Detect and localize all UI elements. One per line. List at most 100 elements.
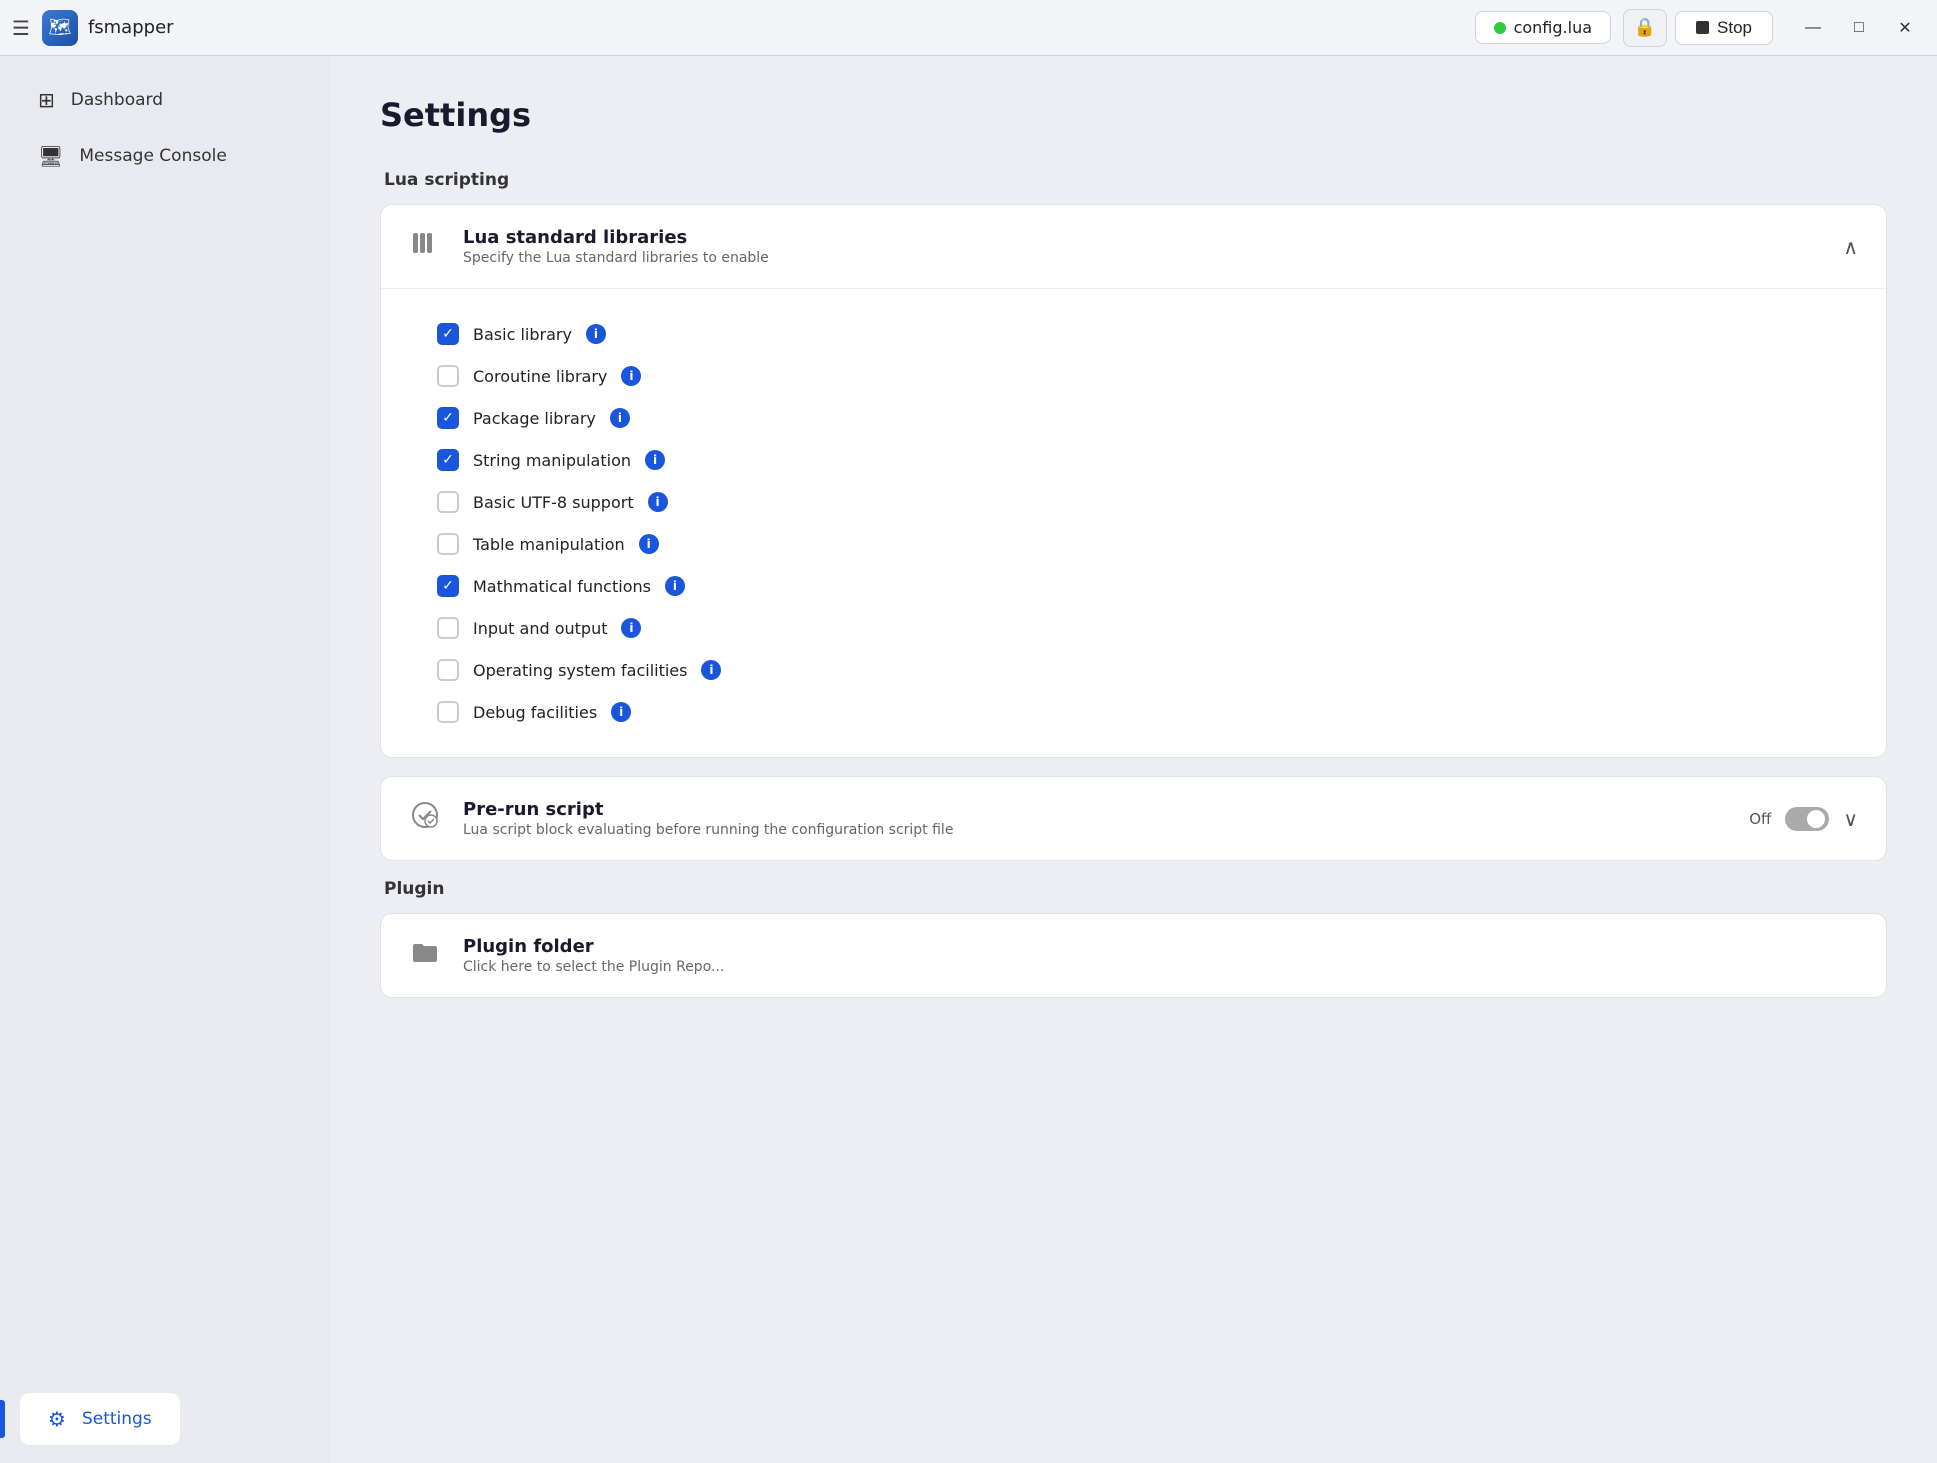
lua-standard-libraries-card: Lua standard libraries Specify the Lua s… [380,204,1887,758]
checkbox-item-input-output: Input and output i [437,607,1830,649]
titlebar: ☰ 🗺 fsmapper config.lua 🔒 Stop — □ ✕ [0,0,1937,56]
checkbox-label-string-manipulation: String manipulation [473,451,631,470]
checkbox-label-debug-facilities: Debug facilities [473,703,597,722]
sidebar-item-console[interactable]: 🖥 Message Console [10,130,255,182]
page-title: Settings [380,96,1887,134]
file-name: config.lua [1514,18,1592,37]
sidebar-item-wrapper-settings: ⚙ Settings [0,1391,330,1447]
menu-icon[interactable]: ☰ [12,16,30,40]
info-icon-basic-library[interactable]: i [586,324,606,344]
lua-libraries-body: Basic library i Coroutine library i Pack… [381,288,1886,757]
checkbox-label-input-output: Input and output [473,619,607,638]
window-controls: — □ ✕ [1793,11,1925,45]
sidebar-item-label-settings: Settings [82,1409,152,1429]
stop-label: Stop [1717,18,1752,38]
pre-run-script-header[interactable]: Pre-run script Lua script block evaluati… [381,777,1886,860]
sidebar-item-wrapper-dashboard: ⊞ Dashboard [0,72,330,128]
lua-libraries-chevron: ∧ [1843,235,1858,259]
section-label-plugin: Plugin [384,879,1887,899]
checkbox-math-functions[interactable] [437,575,459,597]
checkbox-table-manipulation[interactable] [437,533,459,555]
sidebar-item-label-console: Message Console [79,146,226,166]
lua-libraries-header[interactable]: Lua standard libraries Specify the Lua s… [381,205,1886,288]
dashboard-icon: ⊞ [38,88,55,112]
checkbox-item-math-functions: Mathmatical functions i [437,565,1830,607]
checkbox-item-os-facilities: Operating system facilities i [437,649,1830,691]
info-icon-debug-facilities[interactable]: i [611,702,631,722]
checkbox-item-string-manipulation: String manipulation i [437,439,1830,481]
pre-run-script-subtitle: Lua script block evaluating before runni… [463,822,1731,838]
info-icon-coroutine-library[interactable]: i [621,366,641,386]
lua-libraries-subtitle: Specify the Lua standard libraries to en… [463,250,1825,266]
checkbox-coroutine-library[interactable] [437,365,459,387]
console-icon: 🖥 [38,144,63,168]
plugin-folder-subtitle: Click here to select the Plugin Repo... [463,959,1858,975]
checkbox-basic-library[interactable] [437,323,459,345]
checkbox-utf8[interactable] [437,491,459,513]
file-status-dot [1494,22,1506,34]
checkbox-package-library[interactable] [437,407,459,429]
toggle-off-label: Off [1749,810,1771,828]
sidebar-item-settings[interactable]: ⚙ Settings [20,1393,180,1445]
lock-icon: 🔒 [1634,17,1656,38]
sidebar: ⊞ Dashboard 🖥 Message Console ⚙ Settings [0,56,330,1463]
section-label-lua: Lua scripting [384,170,1887,190]
sidebar-item-dashboard[interactable]: ⊞ Dashboard [10,74,191,126]
settings-icon: ⚙ [48,1407,66,1431]
checkbox-label-math-functions: Mathmatical functions [473,577,651,596]
plugin-folder-icon [409,936,445,975]
checkbox-label-os-facilities: Operating system facilities [473,661,687,680]
toggle-thumb [1807,810,1825,828]
app-name: fsmapper [88,17,174,38]
info-icon-table-manipulation[interactable]: i [639,534,659,554]
pre-run-script-toggle[interactable] [1785,807,1829,831]
checkbox-label-table-manipulation: Table manipulation [473,535,625,554]
stop-icon [1696,21,1709,34]
lua-libraries-header-text: Lua standard libraries Specify the Lua s… [463,227,1825,266]
pre-run-script-card: Pre-run script Lua script block evaluati… [380,776,1887,861]
plugin-folder-header-text: Plugin folder Click here to select the P… [463,936,1858,975]
sidebar-item-wrapper-console: 🖥 Message Console [0,128,330,184]
checkbox-label-package-library: Package library [473,409,596,428]
active-indicator [0,1400,5,1438]
info-icon-input-output[interactable]: i [621,618,641,638]
lua-libraries-title: Lua standard libraries [463,227,1825,248]
info-icon-os-facilities[interactable]: i [701,660,721,680]
checkbox-item-debug-facilities: Debug facilities i [437,691,1830,733]
checkbox-input-output[interactable] [437,617,459,639]
close-button[interactable]: ✕ [1885,11,1925,45]
info-icon-package-library[interactable]: i [610,408,630,428]
checkbox-item-table-manipulation: Table manipulation i [437,523,1830,565]
checkbox-item-package-library: Package library i [437,397,1830,439]
main-content: Settings Lua scripting Lua standard libr… [330,56,1937,1463]
checkbox-os-facilities[interactable] [437,659,459,681]
sidebar-bottom: ⚙ Settings [0,1391,330,1447]
app-body: ⊞ Dashboard 🖥 Message Console ⚙ Settings… [0,56,1937,1463]
lock-button[interactable]: 🔒 [1623,9,1667,47]
checkbox-debug-facilities[interactable] [437,701,459,723]
lua-libraries-icon [409,227,445,266]
info-icon-math-functions[interactable]: i [665,576,685,596]
checkbox-item-utf8: Basic UTF-8 support i [437,481,1830,523]
maximize-button[interactable]: □ [1839,11,1879,45]
sidebar-item-label-dashboard: Dashboard [71,90,163,110]
stop-button[interactable]: Stop [1675,11,1773,45]
plugin-folder-header[interactable]: Plugin folder Click here to select the P… [381,914,1886,997]
checkbox-string-manipulation[interactable] [437,449,459,471]
checkbox-item-basic-library: Basic library i [437,313,1830,355]
app-icon: 🗺 [42,10,78,46]
info-icon-string-manipulation[interactable]: i [645,450,665,470]
pre-run-script-controls: Off ∨ [1749,807,1858,831]
file-tab[interactable]: config.lua [1475,11,1611,44]
pre-run-script-chevron: ∨ [1843,807,1858,831]
info-icon-utf8[interactable]: i [648,492,668,512]
app-icon-char: 🗺 [49,17,72,38]
pre-run-script-title: Pre-run script [463,799,1731,820]
minimize-button[interactable]: — [1793,11,1833,45]
checkbox-label-utf8: Basic UTF-8 support [473,493,634,512]
checkbox-label-coroutine-library: Coroutine library [473,367,607,386]
plugin-folder-title: Plugin folder [463,936,1858,957]
pre-run-script-icon [409,799,445,838]
checkbox-item-coroutine-library: Coroutine library i [437,355,1830,397]
plugin-folder-card: Plugin folder Click here to select the P… [380,913,1887,998]
